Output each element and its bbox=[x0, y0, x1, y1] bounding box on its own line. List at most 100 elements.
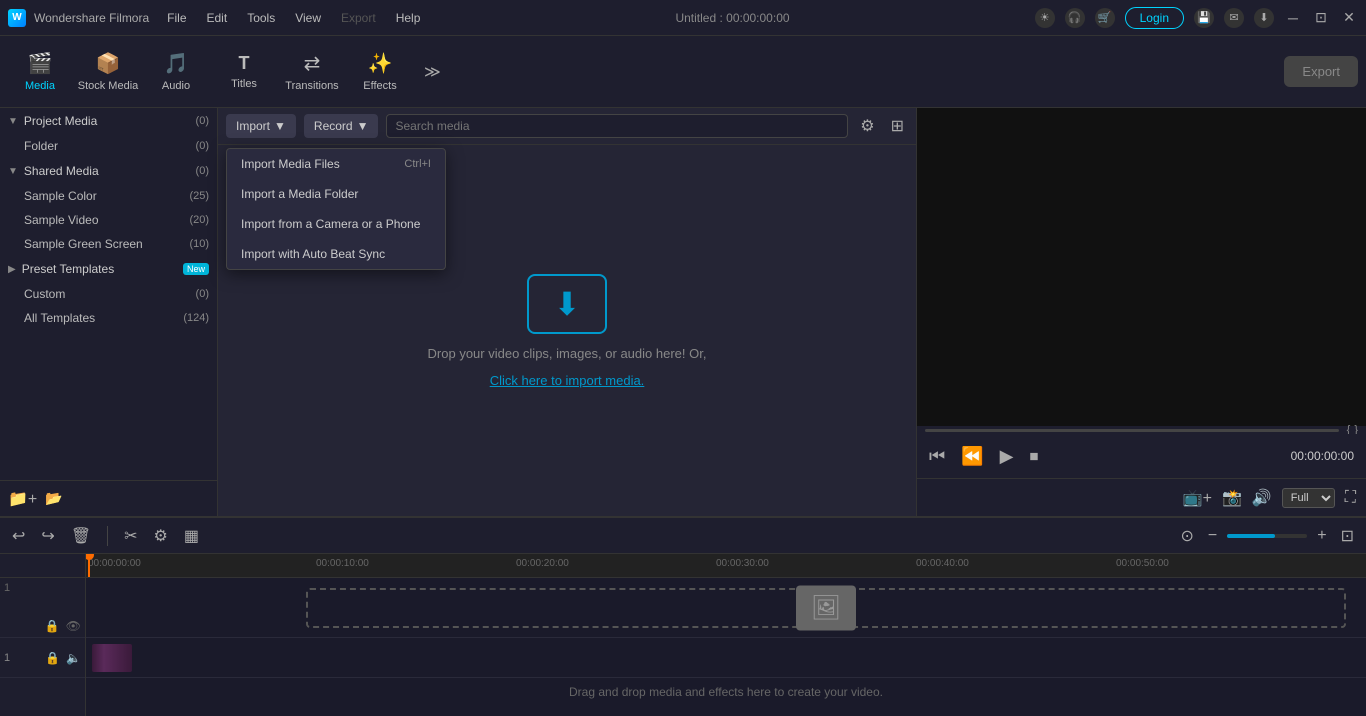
import-button[interactable]: Import ▼ bbox=[226, 114, 296, 138]
maximize-button[interactable]: ⊡ bbox=[1312, 9, 1330, 27]
all-templates-label: All Templates bbox=[24, 311, 183, 325]
media-thumbnail[interactable]: 🖼 bbox=[796, 586, 856, 631]
skip-back-button[interactable]: ⏮ bbox=[929, 446, 945, 467]
project-media-header[interactable]: ▼ Project Media (0) bbox=[0, 108, 217, 134]
video-drop-zone[interactable]: 🖼 bbox=[306, 588, 1346, 628]
sample-green-item[interactable]: Sample Green Screen (10) bbox=[0, 232, 217, 256]
audio-waveform bbox=[92, 644, 132, 672]
cut-button[interactable]: ✂ bbox=[120, 524, 141, 548]
import-beat-sync-item[interactable]: Import with Auto Beat Sync bbox=[227, 239, 445, 269]
tool-titles-label: Titles bbox=[231, 78, 257, 90]
folder-browse-icon[interactable]: 📂 bbox=[45, 490, 62, 507]
snapshot-icon[interactable]: 📸 bbox=[1222, 488, 1242, 508]
zoom-select[interactable]: Full 50% 75% bbox=[1282, 488, 1335, 508]
minimize-button[interactable]: ─ bbox=[1284, 9, 1302, 27]
audio-track-row bbox=[86, 638, 1366, 678]
tool-titles[interactable]: T Titles bbox=[212, 42, 276, 102]
tool-stock-label: Stock Media bbox=[78, 80, 139, 92]
menu-view[interactable]: View bbox=[285, 7, 331, 29]
delete-button[interactable]: 🗑 bbox=[67, 524, 95, 548]
folder-item[interactable]: Folder (0) bbox=[0, 134, 217, 158]
search-input[interactable] bbox=[386, 114, 848, 138]
step-back-button[interactable]: ⏪ bbox=[961, 446, 983, 467]
video-track-label: 1 🔒 👁 bbox=[0, 578, 85, 638]
toolbar-sep-1 bbox=[107, 526, 108, 546]
preset-arrow: ▶ bbox=[8, 264, 16, 275]
audio-lock-icon[interactable]: 🔒 bbox=[45, 651, 60, 665]
tool-media-label: Media bbox=[25, 80, 55, 92]
preset-label: Preset Templates bbox=[22, 262, 179, 276]
menu-file[interactable]: File bbox=[157, 7, 196, 29]
add-to-timeline-icon[interactable]: 📺+ bbox=[1183, 488, 1212, 508]
stop-button[interactable]: ⏹ bbox=[1029, 446, 1038, 467]
timeline-toolbar: ↩ ↪ 🗑 ✂ ⚙ ▦ ⊙ − + ⊡ bbox=[0, 518, 1366, 554]
zoom-out-icon[interactable]: − bbox=[1204, 525, 1221, 547]
redo-button[interactable]: ↪ bbox=[37, 524, 58, 548]
zoom-reset-icon[interactable]: ⊡ bbox=[1337, 524, 1358, 548]
record-button[interactable]: Record ▼ bbox=[304, 114, 379, 138]
preview-progress-track[interactable] bbox=[925, 429, 1339, 432]
drag-drop-hint: Drag and drop media and effects here to … bbox=[86, 678, 1366, 706]
all-templates-item[interactable]: All Templates (124) bbox=[0, 306, 217, 330]
tool-audio[interactable]: 🎵 Audio bbox=[144, 42, 208, 102]
save-icon[interactable]: 💾 bbox=[1194, 8, 1214, 28]
headset-icon[interactable]: 🎧 bbox=[1065, 8, 1085, 28]
ruler-mark-2: 00:00:20:00 bbox=[516, 558, 569, 569]
ruler-mark-3: 00:00:30:00 bbox=[716, 558, 769, 569]
import-dropdown: Import Media Files Ctrl+I Import a Media… bbox=[226, 148, 446, 270]
more-tools-button[interactable]: ≫ bbox=[416, 58, 449, 86]
record-label: Record bbox=[314, 119, 353, 133]
import-folder-item[interactable]: Import a Media Folder bbox=[227, 179, 445, 209]
email-icon[interactable]: ✉ bbox=[1224, 8, 1244, 28]
shared-media-header[interactable]: ▼ Shared Media (0) bbox=[0, 158, 217, 184]
tool-effects[interactable]: ✨ Effects bbox=[348, 42, 412, 102]
tool-media[interactable]: 🎬 Media bbox=[8, 42, 72, 102]
import-files-shortcut: Ctrl+I bbox=[404, 158, 431, 170]
ripple-edit-button[interactable]: ▦ bbox=[180, 524, 203, 548]
login-button[interactable]: Login bbox=[1125, 7, 1184, 29]
zoom-slider[interactable] bbox=[1227, 534, 1307, 538]
import-camera-item[interactable]: Import from a Camera or a Phone bbox=[227, 209, 445, 239]
import-link[interactable]: Click here to import media. bbox=[490, 373, 645, 388]
titlebar-right: ☀ 🎧 🛒 Login 💾 ✉ ⬇ ─ ⊡ ✕ bbox=[1035, 7, 1358, 29]
sample-color-item[interactable]: Sample Color (25) bbox=[0, 184, 217, 208]
filter-icon[interactable]: ⚙ bbox=[856, 114, 878, 138]
app-logo: W bbox=[8, 9, 26, 27]
preset-templates-header[interactable]: ▶ Preset Templates New bbox=[0, 256, 217, 282]
fullscreen-icon[interactable]: ⛶ bbox=[1345, 489, 1356, 507]
import-media-files-item[interactable]: Import Media Files Ctrl+I bbox=[227, 149, 445, 179]
custom-item[interactable]: Custom (0) bbox=[0, 282, 217, 306]
grid-view-icon[interactable]: ⊞ bbox=[887, 114, 908, 138]
zoom-in-icon[interactable]: + bbox=[1313, 525, 1330, 547]
media-panel: Import ▼ Record ▼ ⚙ ⊞ Import Media Files… bbox=[218, 108, 916, 516]
download-icon[interactable]: ⬇ bbox=[1254, 8, 1274, 28]
menu-edit[interactable]: Edit bbox=[197, 7, 238, 29]
track-icons: 🔒 👁 bbox=[45, 619, 81, 633]
media-icon: 🎬 bbox=[28, 51, 53, 76]
playhead-cursor[interactable] bbox=[88, 554, 90, 577]
volume-icon[interactable]: 🔊 bbox=[1252, 488, 1272, 508]
app-name: Wondershare Filmora bbox=[34, 11, 149, 25]
zoom-fit-icon[interactable]: ⊙ bbox=[1177, 524, 1198, 548]
menu-export[interactable]: Export bbox=[331, 7, 386, 29]
menu-help[interactable]: Help bbox=[386, 7, 431, 29]
eye-icon[interactable]: 👁 bbox=[66, 619, 81, 633]
export-button[interactable]: Export bbox=[1284, 56, 1358, 87]
tool-transitions[interactable]: ⇄ Transitions bbox=[280, 42, 344, 102]
tool-stock[interactable]: 📦 Stock Media bbox=[76, 42, 140, 102]
add-folder-icon[interactable]: 📁+ bbox=[8, 489, 37, 509]
lock-icon[interactable]: 🔒 bbox=[45, 619, 60, 633]
close-button[interactable]: ✕ bbox=[1340, 9, 1358, 27]
cart-icon[interactable]: 🛒 bbox=[1095, 8, 1115, 28]
ruler-mark-4: 00:00:40:00 bbox=[916, 558, 969, 569]
settings-button[interactable]: ⚙ bbox=[150, 524, 172, 548]
sun-icon[interactable]: ☀ bbox=[1035, 8, 1055, 28]
transitions-icon: ⇄ bbox=[304, 51, 321, 76]
sample-video-item[interactable]: Sample Video (20) bbox=[0, 208, 217, 232]
menu-tools[interactable]: Tools bbox=[237, 7, 285, 29]
audio-mute-icon[interactable]: 🔈 bbox=[66, 651, 81, 665]
play-button[interactable]: ▶ bbox=[1000, 446, 1014, 467]
timeline-ruler[interactable]: 00:00:00:00 00:00:10:00 00:00:20:00 00:0… bbox=[86, 554, 1366, 578]
project-media-count: (0) bbox=[196, 115, 209, 127]
undo-button[interactable]: ↩ bbox=[8, 524, 29, 548]
